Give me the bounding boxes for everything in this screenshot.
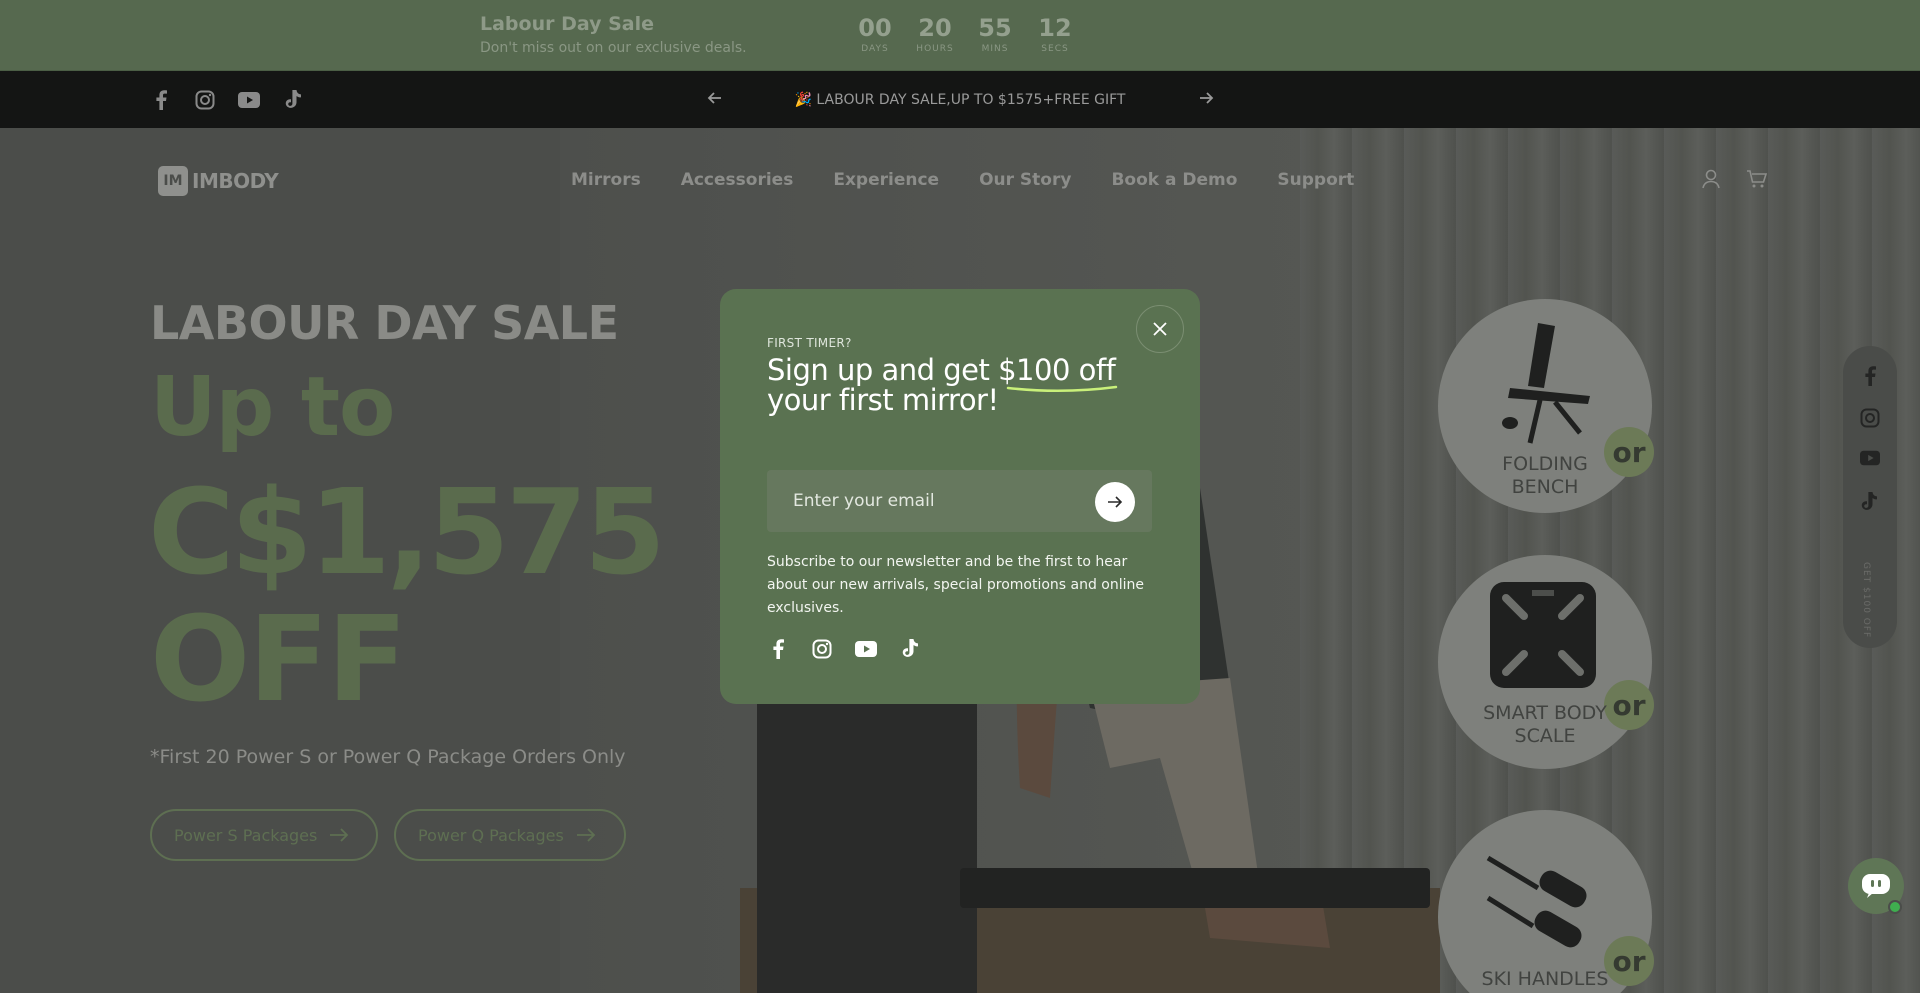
header-actions: [1700, 168, 1792, 192]
gift-folding-bench-label: FOLDING BENCH: [1438, 453, 1652, 499]
instagram-icon[interactable]: [1860, 408, 1880, 428]
gift-label-line2: BENCH: [1511, 476, 1579, 498]
hero-bench-image: [960, 868, 1430, 908]
tiktok-icon[interactable]: [899, 638, 921, 660]
logo-text: IMBODY: [192, 169, 279, 193]
highlight-underline: [1006, 385, 1118, 393]
youtube-icon[interactable]: [1860, 450, 1880, 470]
account-icon[interactable]: [1700, 168, 1724, 192]
power-q-packages-label: Power Q Packages: [418, 825, 564, 845]
gift-label-line1: FOLDING: [1502, 453, 1588, 475]
countdown-mins: 55 MINS: [970, 14, 1020, 54]
youtube-icon[interactable]: [238, 89, 260, 111]
modal-eyebrow: FIRST TIMER?: [767, 336, 852, 350]
countdown-timer: 00 DAYS 20 HOURS 55 MINS 12 SECS: [850, 14, 1090, 54]
hero-headline-line3: OFF: [150, 590, 408, 728]
announcement-text[interactable]: 🎉 LABOUR DAY SALE,UP TO $1575+FREE GIFT: [740, 92, 1180, 108]
countdown-secs-value: 12: [1038, 14, 1072, 42]
countdown-hours-label: HOURS: [916, 44, 954, 54]
close-button[interactable]: [1136, 305, 1184, 353]
hero-headline-line1: Up to: [150, 360, 395, 455]
countdown-mins-label: MINS: [981, 44, 1009, 54]
countdown-title: Labour Day Sale: [480, 13, 655, 35]
countdown-subtitle: Don't miss out on our exclusive deals.: [480, 40, 747, 56]
tiktok-icon[interactable]: [282, 89, 304, 111]
email-input[interactable]: [793, 470, 1093, 532]
power-q-packages-button[interactable]: Power Q Packages: [394, 809, 626, 861]
countdown-hours-value: 20: [918, 14, 952, 42]
side-social-rail: GET $100 OFF: [1843, 346, 1897, 648]
ski-handles-image: [1486, 855, 1587, 948]
announcement-social-links: [150, 89, 326, 111]
arrow-right-icon[interactable]: [1196, 88, 1216, 108]
hero-note: *First 20 Power S or Power Q Package Ord…: [150, 746, 626, 768]
tiktok-icon[interactable]: [1860, 492, 1880, 512]
side-rail-offer-text[interactable]: GET $100 OFF: [1861, 562, 1871, 638]
instagram-icon[interactable]: [811, 638, 833, 660]
announcement-bar: 🎉 LABOUR DAY SALE,UP TO $1575+FREE GIFT: [0, 71, 1920, 128]
gift-label-line1: SKI HANDLES: [1481, 968, 1609, 990]
modal-title-part1: Sign up and get: [767, 353, 999, 387]
arrow-left-icon[interactable]: [705, 88, 725, 108]
countdown-secs: 12 SECS: [1030, 14, 1080, 54]
chat-online-indicator: [1888, 900, 1902, 914]
gift-label-line1: SMART BODY: [1483, 702, 1607, 724]
gift-label-line2: SCALE: [1514, 725, 1576, 747]
cart-icon[interactable]: [1746, 168, 1770, 192]
modal-title-highlight: $100 off: [998, 353, 1116, 387]
gift-smart-body-scale-label: SMART BODY SCALE: [1438, 702, 1652, 748]
chat-icon: [1862, 874, 1890, 898]
facebook-icon[interactable]: [1860, 366, 1880, 386]
modal-social-links: [767, 638, 943, 660]
site-logo[interactable]: IM IMBODY: [158, 166, 279, 196]
countdown-secs-label: SECS: [1041, 44, 1069, 54]
power-s-packages-button[interactable]: Power S Packages: [150, 809, 378, 861]
nav-support[interactable]: Support: [1277, 170, 1354, 190]
nav-accessories[interactable]: Accessories: [681, 170, 794, 190]
countdown-days-value: 00: [858, 14, 892, 42]
hero-headline-line2: C$1,575: [148, 463, 666, 601]
instagram-icon[interactable]: [194, 89, 216, 111]
nav-mirrors[interactable]: Mirrors: [571, 170, 641, 190]
gift-ski-handles-label: SKI HANDLES: [1438, 968, 1652, 991]
nav-book-a-demo[interactable]: Book a Demo: [1111, 170, 1237, 190]
nav-our-story[interactable]: Our Story: [979, 170, 1071, 190]
close-icon: [1153, 322, 1167, 336]
folding-bench-image: [1502, 323, 1590, 444]
arrow-right-icon: [1108, 496, 1123, 508]
modal-title-part2: your first mirror!: [767, 383, 999, 417]
hero-eyebrow: LABOUR DAY SALE: [150, 296, 619, 350]
main-nav: Mirrors Accessories Experience Our Story…: [571, 170, 1394, 190]
email-field-container: [767, 470, 1152, 532]
countdown-bar: Labour Day Sale Don't miss out on our ex…: [0, 0, 1920, 71]
power-s-packages-label: Power S Packages: [174, 825, 318, 845]
logo-mark: IM: [158, 166, 188, 196]
youtube-icon[interactable]: [855, 638, 877, 660]
smart-scale-image: [1490, 582, 1596, 688]
countdown-days: 00 DAYS: [850, 14, 900, 54]
countdown-days-label: DAYS: [861, 44, 889, 54]
nav-experience[interactable]: Experience: [833, 170, 939, 190]
facebook-icon[interactable]: [767, 638, 789, 660]
countdown-hours: 20 HOURS: [910, 14, 960, 54]
arrow-right-icon: [576, 828, 596, 842]
email-submit-button[interactable]: [1095, 482, 1135, 522]
arrow-right-icon: [330, 828, 349, 842]
modal-description: Subscribe to our newsletter and be the f…: [767, 554, 1145, 616]
countdown-mins-value: 55: [978, 14, 1012, 42]
facebook-icon[interactable]: [150, 89, 172, 111]
